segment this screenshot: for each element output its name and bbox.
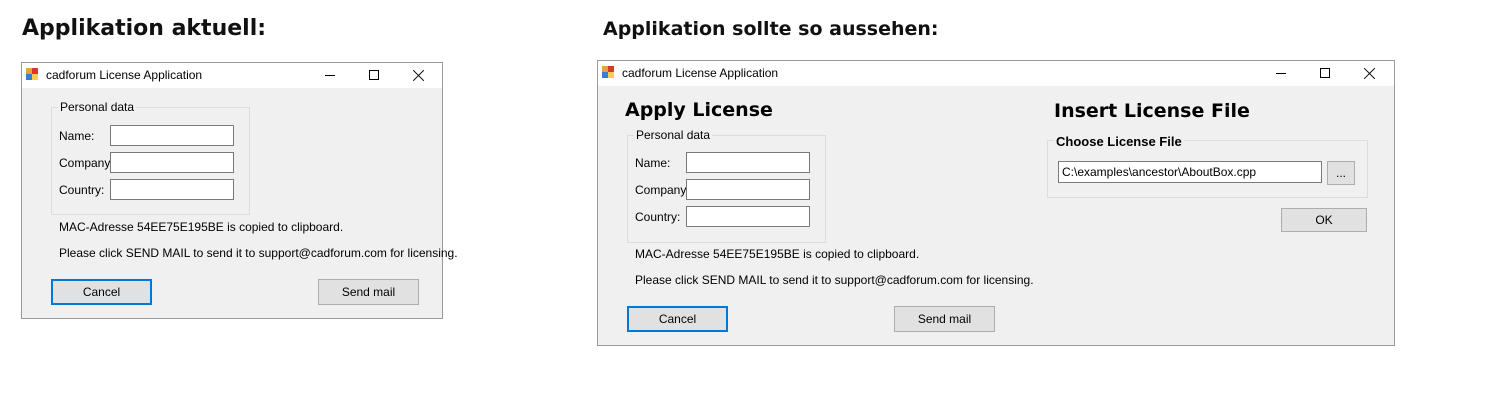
country-label: Country: — [59, 183, 105, 197]
send-mail-instruction: Please click SEND MAIL to send it to sup… — [635, 273, 1034, 287]
personal-data-legend: Personal data — [634, 128, 713, 142]
maximize-button[interactable] — [1302, 61, 1348, 86]
close-icon — [413, 69, 425, 81]
target-app-window: cadforum License Application Apply Licen… — [597, 60, 1395, 346]
maximize-icon — [1320, 68, 1330, 78]
title-bar: cadforum License Application — [598, 61, 1394, 86]
current-app-window: cadforum License Application Personal da… — [21, 62, 458, 319]
close-icon — [1364, 67, 1376, 79]
title-bar: cadforum License Application — [22, 63, 442, 88]
close-button[interactable] — [396, 63, 442, 88]
heading-target: Applikation sollte so aussehen: — [603, 18, 939, 40]
send-mail-instruction: Please click SEND MAIL to send it to sup… — [59, 246, 458, 260]
ok-button[interactable]: OK — [1281, 208, 1367, 232]
name-label: Name: — [59, 129, 95, 143]
company-label: Company: — [635, 183, 690, 197]
heading-current: Applikation aktuell: — [22, 16, 267, 41]
close-button[interactable] — [1347, 61, 1393, 86]
name-field[interactable] — [686, 152, 810, 173]
send-mail-button[interactable]: Send mail — [318, 279, 419, 305]
country-field[interactable] — [686, 206, 810, 227]
insert-license-title: Insert License File — [1054, 100, 1250, 122]
minimize-button[interactable] — [1258, 61, 1304, 86]
minimize-button[interactable] — [307, 63, 353, 88]
window-title: cadforum License Application — [46, 68, 203, 82]
name-field[interactable] — [110, 125, 234, 146]
company-label: Company: — [59, 156, 114, 170]
browse-button[interactable]: ... — [1327, 161, 1355, 185]
country-label: Country: — [635, 210, 681, 224]
company-field[interactable] — [686, 179, 810, 200]
license-file-path-field[interactable] — [1058, 161, 1322, 183]
send-mail-button[interactable]: Send mail — [894, 306, 995, 332]
cancel-button[interactable]: Cancel — [51, 279, 152, 305]
app-icon — [26, 68, 39, 81]
minimize-icon — [325, 75, 335, 76]
name-label: Name: — [635, 156, 671, 170]
mac-address-message: MAC-Adresse 54EE75E195BE is copied to cl… — [635, 247, 920, 261]
maximize-icon — [369, 70, 379, 80]
minimize-icon — [1276, 73, 1286, 74]
app-icon — [602, 66, 615, 79]
apply-license-title: Apply License — [625, 99, 773, 121]
mac-address-message: MAC-Adresse 54EE75E195BE is copied to cl… — [59, 220, 344, 234]
personal-data-legend: Personal data — [58, 100, 137, 114]
company-field[interactable] — [110, 152, 234, 173]
choose-license-file-legend: Choose License File — [1054, 134, 1184, 149]
maximize-button[interactable] — [351, 63, 397, 88]
window-title: cadforum License Application — [622, 66, 779, 80]
country-field[interactable] — [110, 179, 234, 200]
cancel-button[interactable]: Cancel — [627, 306, 728, 332]
